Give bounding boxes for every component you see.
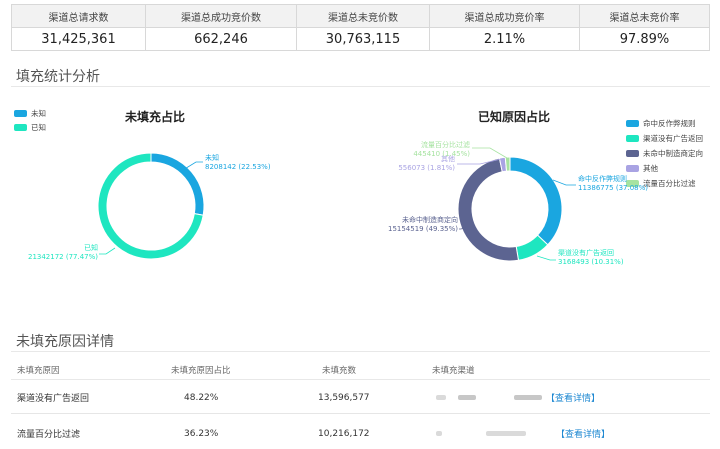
donut-slice bbox=[504, 156, 511, 172]
slice-value-label: 15154519 (49.35%) bbox=[388, 225, 458, 233]
slice-label: 命中反作弊规则 bbox=[578, 174, 627, 183]
donut-slice bbox=[457, 157, 520, 262]
view-details-link[interactable]: 【查看详情】 bbox=[556, 418, 610, 449]
cell-count: 10,216,172 bbox=[318, 428, 370, 439]
slice-value-label: 11386775 (37.08%) bbox=[578, 184, 648, 192]
donut-charts-canvas: 未知8208142 (22.53%) 已知21342172 (77.47%) 命中反… bbox=[28, 140, 648, 266]
slice-value-label: 3168493 (10.31%) bbox=[558, 258, 624, 266]
table-row: 渠道没有广告返回 48.22% 13,596,577 【查看详情】 bbox=[11, 382, 710, 414]
cell-channels-redacted bbox=[436, 418, 526, 449]
slice-value-label: 8208142 (22.53%) bbox=[205, 163, 271, 171]
slice-label: 渠道没有广告返回 bbox=[558, 248, 614, 257]
view-details-link[interactable]: 【查看详情】 bbox=[546, 382, 600, 413]
slice-label-connector bbox=[536, 255, 556, 261]
slice-value-label: 556073 (1.81%) bbox=[398, 164, 455, 172]
view-details-label[interactable]: 【查看详情】 bbox=[546, 391, 600, 404]
table-row: 流量百分比过滤 36.23% 10,216,172 【查看详情】 bbox=[11, 418, 710, 449]
slice-label-connector bbox=[472, 147, 508, 159]
slice-value-label: 21342172 (77.47%) bbox=[28, 253, 98, 261]
column-header-count: 未填充数 bbox=[322, 366, 357, 376]
slice-label: 未命中制造商定向 bbox=[402, 215, 458, 224]
cell-pct: 36.23% bbox=[184, 428, 219, 439]
section-title-details: 未填充原因详情 bbox=[16, 334, 114, 350]
cell-reason: 渠道没有广告返回 bbox=[17, 394, 90, 404]
cell-channels-redacted bbox=[436, 382, 542, 413]
column-header-channels: 未填充渠道 bbox=[432, 366, 475, 376]
view-details-label[interactable]: 【查看详情】 bbox=[556, 427, 610, 440]
slice-label: 未知 bbox=[205, 153, 219, 162]
slice-label: 流量百分比过滤 bbox=[421, 140, 470, 149]
column-header-pct: 未填充原因占比 bbox=[171, 366, 231, 376]
cell-reason: 流量百分比过滤 bbox=[17, 430, 81, 440]
slice-label-connector bbox=[552, 179, 576, 186]
slice-value-label: 445410 (1.45%) bbox=[413, 150, 470, 158]
cell-pct: 48.22% bbox=[184, 392, 219, 403]
slice-label-connector bbox=[99, 247, 116, 255]
slice-label: 已知 bbox=[84, 243, 98, 252]
detail-table-header-divider bbox=[11, 379, 710, 380]
section-divider bbox=[11, 351, 710, 352]
donut-slice bbox=[509, 156, 563, 246]
column-header-reason: 未填充原因 bbox=[17, 366, 60, 376]
cell-count: 13,596,577 bbox=[318, 392, 370, 403]
detail-table-header: 未填充原因 未填充原因占比 未填充数 未填充渠道 bbox=[11, 360, 710, 380]
